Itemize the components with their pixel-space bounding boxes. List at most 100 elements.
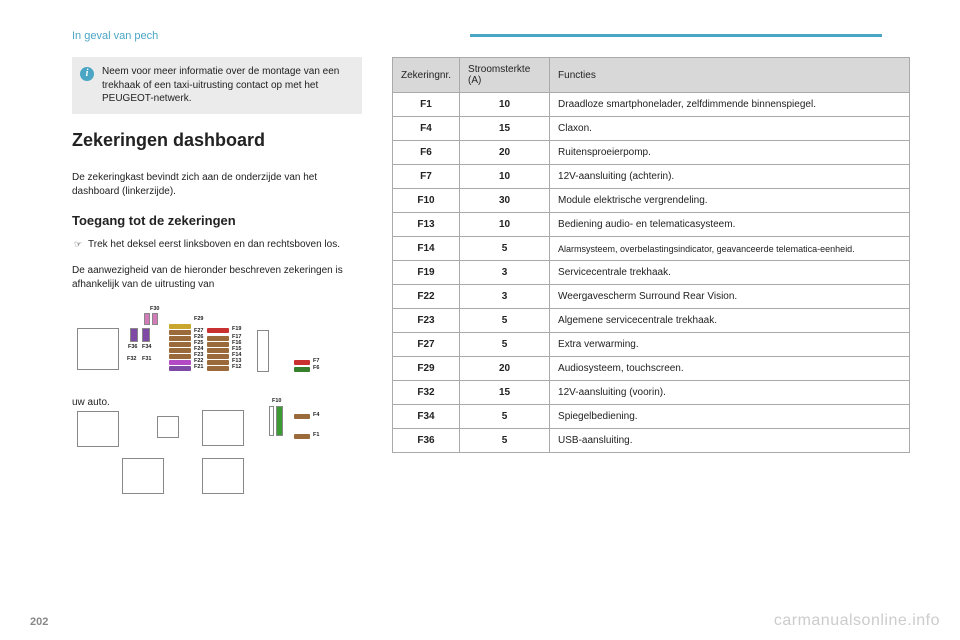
fuse-amperage: 5 — [460, 429, 550, 453]
chapter-title: In geval van pech — [72, 30, 158, 42]
table-header-col1: Zekeringnr. — [393, 58, 460, 93]
diagram-fuse — [294, 434, 310, 439]
fuse-function: Draadloze smartphonelader, zelfdimmende … — [550, 93, 910, 117]
section-title: Zekeringen dashboard — [72, 130, 362, 151]
fuse-number: F13 — [393, 213, 460, 237]
bullet-item: Trek het deksel eerst linksboven en dan … — [72, 238, 362, 252]
fuse-number: F14 — [393, 237, 460, 261]
diagram-slot — [122, 458, 164, 494]
fuse-number: F19 — [393, 261, 460, 285]
diagram-label: F29 — [194, 316, 203, 324]
table-header-col3: Functies — [550, 58, 910, 93]
fuse-function: 12V-aansluiting (achterin). — [550, 165, 910, 189]
diagram-slot — [77, 328, 119, 370]
note-text: De aanwezigheid van de hieronder beschre… — [72, 264, 362, 292]
table-row: F71012V-aansluiting (achterin). — [393, 165, 910, 189]
page-number: 202 — [30, 616, 48, 628]
diagram-fuse — [169, 324, 191, 329]
diagram-label: F1 — [313, 432, 319, 440]
fuse-amperage: 3 — [460, 261, 550, 285]
fuse-function: Audiosysteem, touchscreen. — [550, 357, 910, 381]
fuse-number: F23 — [393, 309, 460, 333]
fuse-function: Bediening audio- en telematicasysteem. — [550, 213, 910, 237]
diagram-label: F31 — [142, 356, 151, 364]
diagram-label: F34 — [142, 344, 151, 352]
table-row: F2920Audiosysteem, touchscreen. — [393, 357, 910, 381]
fuse-amperage: 5 — [460, 309, 550, 333]
watermark: carmanualsonline.info — [774, 612, 940, 630]
fuse-function: 12V-aansluiting (voorin). — [550, 381, 910, 405]
table-row: F235Algemene servicecentrale trekhaak. — [393, 309, 910, 333]
diagram-fuse — [207, 328, 229, 333]
fuse-number: F7 — [393, 165, 460, 189]
diagram-slot — [77, 411, 119, 447]
fuse-function: Module elektrische vergrendeling. — [550, 189, 910, 213]
header-rule — [470, 34, 882, 37]
table-row: F223Weergavescherm Surround Rear Vision. — [393, 285, 910, 309]
fuse-amperage: 20 — [460, 141, 550, 165]
fuse-function: Weergavescherm Surround Rear Vision. — [550, 285, 910, 309]
table-row: F275Extra verwarming. — [393, 333, 910, 357]
fuse-number: F10 — [393, 189, 460, 213]
fuse-function: Servicecentrale trekhaak. — [550, 261, 910, 285]
diagram-label: F6 — [313, 365, 319, 373]
info-box-text: Neem voor meer informatie over de montag… — [102, 66, 339, 104]
fuse-function: Extra verwarming. — [550, 333, 910, 357]
fuse-amperage: 10 — [460, 93, 550, 117]
fuse-amperage: 30 — [460, 189, 550, 213]
diagram-fuse — [130, 328, 138, 342]
intro-text: De zekeringkast bevindt zich aan de onde… — [72, 171, 362, 199]
diagram-slot — [202, 458, 244, 494]
table-row: F321512V-aansluiting (voorin). — [393, 381, 910, 405]
diagram-fuse — [294, 414, 310, 419]
diagram-fuse — [207, 354, 229, 359]
diagram-fuse — [142, 328, 150, 342]
diagram-label: F19 — [232, 326, 241, 334]
info-box: i Neem voor meer informatie over de mont… — [72, 57, 362, 114]
diagram-slot — [157, 416, 179, 438]
fuse-amperage: 15 — [460, 117, 550, 141]
diagram-fuse — [169, 366, 191, 371]
fuse-table: Zekeringnr. Stroomsterkte (A) Functies F… — [392, 57, 910, 453]
diagram-fuse — [207, 348, 229, 353]
diagram-label: F36 — [128, 344, 137, 352]
diagram-label: F32 — [127, 356, 136, 364]
table-row: F145Alarmsysteem, overbelastingsindicato… — [393, 237, 910, 261]
diagram-fuse — [207, 366, 229, 371]
diagram-fuse — [276, 406, 283, 436]
diagram-label: F4 — [313, 412, 319, 420]
diagram-fuse — [152, 313, 158, 325]
fuse-number: F1 — [393, 93, 460, 117]
fuse-amperage: 20 — [460, 357, 550, 381]
diagram-fuse — [207, 336, 229, 341]
sub-heading: Toegang tot de zekeringen — [72, 213, 362, 228]
diagram-fuse — [294, 367, 310, 372]
fuse-number: F34 — [393, 405, 460, 429]
table-row: F193Servicecentrale trekhaak. — [393, 261, 910, 285]
table-row: F415Claxon. — [393, 117, 910, 141]
fuse-amperage: 5 — [460, 333, 550, 357]
diagram-slot — [202, 410, 244, 446]
fuse-number: F6 — [393, 141, 460, 165]
diagram-fuse — [169, 360, 191, 365]
diagram-fuse — [207, 342, 229, 347]
table-row: F1310Bediening audio- en telematicasyste… — [393, 213, 910, 237]
fuse-amperage: 10 — [460, 213, 550, 237]
diagram-fuse — [294, 360, 310, 365]
fuse-number: F29 — [393, 357, 460, 381]
diagram-label: F12 — [232, 364, 241, 372]
fuse-function: USB-aansluiting. — [550, 429, 910, 453]
info-icon: i — [80, 67, 94, 81]
fuse-amperage: 5 — [460, 405, 550, 429]
table-row: F620Ruitensproeierpomp. — [393, 141, 910, 165]
table-row: F110Draadloze smartphonelader, zelfdimme… — [393, 93, 910, 117]
fuse-diagram: uw auto. F30 F36 F34 F32 F31 — [72, 306, 362, 506]
fuse-amperage: 10 — [460, 165, 550, 189]
fuse-function: Alarmsysteem, overbelastingsindicator, g… — [550, 237, 910, 261]
diagram-fuse — [169, 336, 191, 341]
table-row: F365USB-aansluiting. — [393, 429, 910, 453]
fuse-number: F32 — [393, 381, 460, 405]
fuse-function: Ruitensproeierpomp. — [550, 141, 910, 165]
right-column: Zekeringnr. Stroomsterkte (A) Functies F… — [392, 25, 910, 506]
fuse-number: F22 — [393, 285, 460, 309]
